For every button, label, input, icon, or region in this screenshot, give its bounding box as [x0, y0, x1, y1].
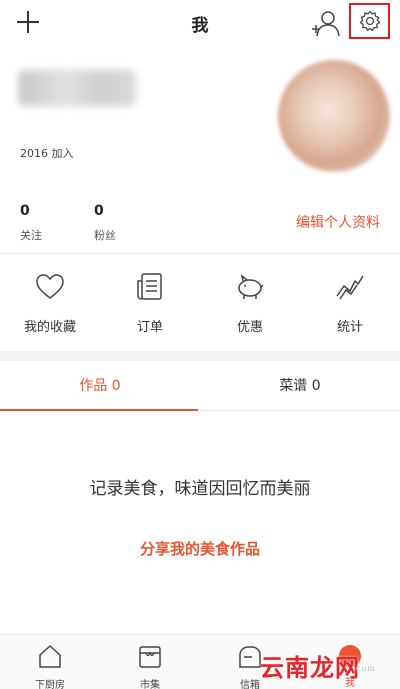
section-gap	[0, 351, 400, 361]
stat-fans[interactable]: 0 粉丝	[94, 203, 116, 243]
piggy-bank-icon	[238, 274, 264, 299]
join-year: 2016 加入	[20, 147, 74, 160]
quick-action-label: 订单	[136, 320, 163, 335]
edit-profile-link[interactable]: 编辑个人资料	[296, 212, 380, 232]
trend-chart-icon	[336, 275, 364, 300]
quick-action-label: 统计	[336, 320, 363, 335]
quick-action-orders[interactable]: 订单	[100, 272, 200, 335]
profile-name-blurred	[18, 70, 136, 106]
add-user-icon[interactable]	[311, 9, 341, 37]
nav-kitchen[interactable]: 下厨房	[10, 643, 90, 689]
tab-recipes[interactable]: 菜谱 0	[200, 361, 400, 411]
gear-icon	[359, 10, 380, 32]
heart-icon	[36, 274, 64, 299]
active-tab-indicator	[0, 409, 198, 411]
order-list-icon	[137, 273, 162, 300]
content-tabs: 作品 0 菜谱 0	[0, 361, 400, 411]
quick-action-favorites[interactable]: 我的收藏	[0, 272, 100, 335]
house-icon	[39, 645, 61, 668]
tab-works[interactable]: 作品 0	[0, 361, 200, 411]
watermark-sub: com	[356, 664, 376, 673]
quick-action-coupons[interactable]: 优惠	[200, 272, 300, 335]
quick-action-label: 优惠	[236, 320, 263, 335]
watermark-text: 云南龙网	[260, 653, 360, 682]
divider	[0, 253, 400, 254]
watermark-logo: 云南龙网 com	[260, 648, 375, 683]
avatar[interactable]	[278, 60, 390, 172]
nav-label: 市集	[140, 680, 160, 689]
nav-label: 下厨房	[35, 680, 65, 689]
quick-action-statistics[interactable]: 统计	[300, 272, 400, 335]
stat-following[interactable]: 0 关注	[20, 203, 42, 243]
nav-market[interactable]: 市集	[110, 643, 190, 689]
settings-button[interactable]	[349, 3, 390, 39]
fans-label: 粉丝	[94, 229, 116, 242]
top-bar: 我	[0, 0, 400, 44]
share-works-link[interactable]: 分享我的美食作品	[0, 538, 400, 559]
following-count: 0	[20, 203, 30, 219]
quick-action-label: 我的收藏	[23, 320, 76, 335]
market-icon	[139, 646, 161, 668]
fans-count: 0	[94, 203, 104, 219]
empty-state-message: 记录美食，味道因回忆而美丽	[89, 479, 311, 499]
following-label: 关注	[20, 229, 42, 242]
